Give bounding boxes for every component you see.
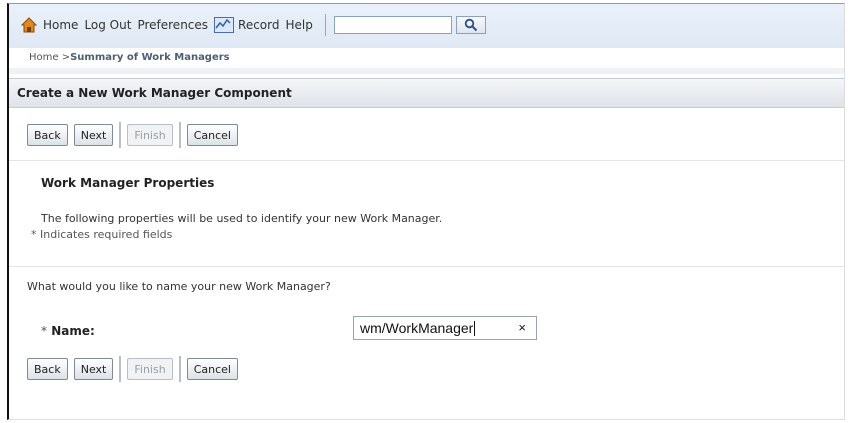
finish-button[interactable]: Finish bbox=[127, 358, 173, 380]
page-title: Create a New Work Manager Component bbox=[17, 86, 292, 100]
search-icon bbox=[464, 18, 478, 32]
record-link[interactable]: Record bbox=[238, 18, 279, 32]
finish-button[interactable]: Finish bbox=[127, 124, 173, 146]
cancel-button[interactable]: Cancel bbox=[186, 124, 238, 146]
breadcrumb: Home >Summary of Work Managers bbox=[29, 52, 230, 63]
breadcrumb-current[interactable]: Summary of Work Managers bbox=[70, 52, 230, 63]
section-title: Work Manager Properties bbox=[41, 176, 215, 190]
clear-icon[interactable]: × bbox=[518, 320, 526, 335]
home-link[interactable]: Home bbox=[43, 18, 78, 32]
app-frame: Home Log Out Preferences Record Help Hom… bbox=[7, 3, 845, 420]
preferences-link[interactable]: Preferences bbox=[137, 18, 208, 32]
search-input[interactable] bbox=[333, 16, 452, 34]
next-button[interactable]: Next bbox=[73, 358, 114, 380]
button-divider bbox=[178, 356, 181, 382]
name-input-value: wm/WorkManager bbox=[360, 320, 474, 336]
divider bbox=[9, 266, 844, 267]
button-divider bbox=[119, 356, 122, 382]
cancel-button[interactable]: Cancel bbox=[186, 358, 238, 380]
button-divider bbox=[119, 122, 122, 148]
help-link[interactable]: Help bbox=[286, 18, 313, 32]
name-input[interactable]: wm/WorkManager × bbox=[353, 316, 537, 340]
page-header: Create a New Work Manager Component bbox=[9, 78, 844, 108]
global-nav: Home Log Out Preferences Record Help bbox=[20, 14, 486, 36]
record-icon[interactable] bbox=[214, 17, 235, 33]
top-button-row: Back Next Finish Cancel bbox=[27, 122, 244, 148]
home-icon[interactable] bbox=[20, 17, 38, 33]
text-caret bbox=[474, 320, 476, 336]
divider bbox=[9, 160, 844, 161]
top-bar: Home Log Out Preferences Record Help bbox=[9, 4, 844, 48]
back-button[interactable]: Back bbox=[27, 358, 68, 380]
name-label-text: Name: bbox=[51, 324, 95, 338]
required-marker: * bbox=[41, 324, 47, 338]
logout-link[interactable]: Log Out bbox=[84, 18, 131, 32]
sub-bar bbox=[9, 68, 844, 74]
search-button[interactable] bbox=[455, 16, 486, 34]
button-divider bbox=[178, 122, 181, 148]
name-label: * Name: bbox=[41, 324, 95, 338]
next-button[interactable]: Next bbox=[73, 124, 114, 146]
required-note: * Indicates required fields bbox=[31, 228, 173, 241]
bottom-button-row: Back Next Finish Cancel bbox=[27, 356, 244, 382]
back-button[interactable]: Back bbox=[27, 124, 68, 146]
breadcrumb-home[interactable]: Home > bbox=[29, 52, 70, 63]
section-description: The following properties will be used to… bbox=[41, 212, 443, 225]
nav-divider bbox=[324, 14, 326, 36]
name-question: What would you like to name your new Wor… bbox=[27, 280, 331, 293]
